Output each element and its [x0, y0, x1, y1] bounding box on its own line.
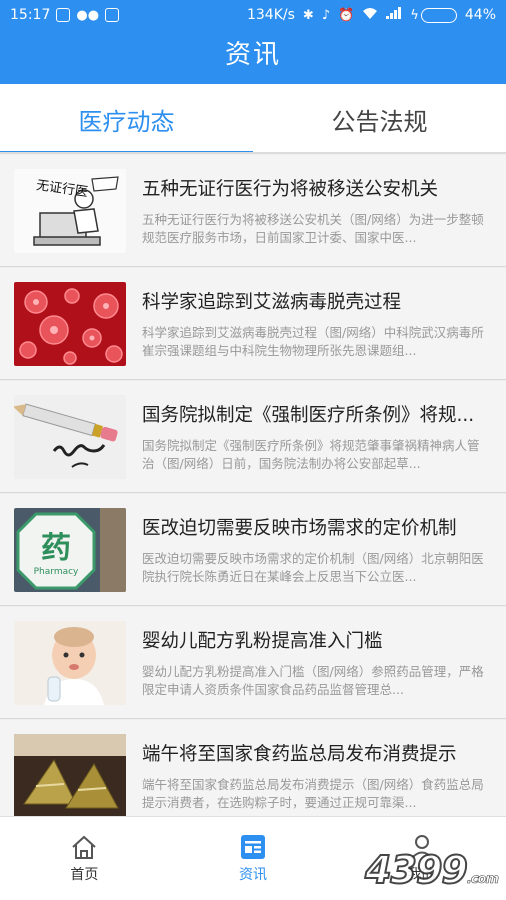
- nav-home[interactable]: 首页: [0, 817, 169, 900]
- wifi-icon: [362, 7, 378, 24]
- category-tabs: 医疗动态 公告法规: [0, 84, 506, 154]
- news-item[interactable]: 端午将至国家食药监总局发布消费提示 端午将至国家食药监总局发布消费提示（图/网络…: [0, 720, 506, 816]
- news-title: 婴幼儿配方乳粉提高准入门槛: [142, 630, 383, 652]
- nav-label: 资讯: [239, 866, 267, 883]
- news-item[interactable]: 无证行医 五种无证行医行为将被移送公安机关 五种无证行医行为将被移送公安机关（图…: [0, 155, 506, 267]
- news-thumbnail-pharmacy: 药 Pharmacy: [14, 507, 126, 592]
- status-bar: 15:17 ●● 134K/s ✱ ♪ ⏰ ϟ 44%: [0, 0, 506, 30]
- bell-icon: ♪: [321, 7, 331, 23]
- news-title: 国务院拟制定《强制医疗所条例》将规...: [142, 404, 475, 426]
- news-title: 五种无证行医行为将被移送公安机关: [142, 178, 439, 200]
- news-summary: 医改迫切需要反映市场需求的定价机制（图/网络）北京朝阳医院执行院长陈勇近日在某峰…: [142, 550, 484, 584]
- news-thumbnail-zongzi: [14, 733, 126, 816]
- alarm-icon: ⏰: [338, 7, 355, 23]
- network-speed: 134K/s: [246, 7, 295, 23]
- thumbnail-caption: Pharmacy: [34, 567, 79, 577]
- news-title: 端午将至国家食药监总局发布消费提示: [142, 743, 457, 765]
- app-header: 15:17 ●● 134K/s ✱ ♪ ⏰ ϟ 44% 资讯: [0, 0, 506, 84]
- tab-announcements[interactable]: 公告法规: [253, 84, 506, 154]
- status-time: 15:17: [10, 7, 51, 23]
- news-summary: 科学家追踪到艾滋病毒脱壳过程（图/网络）中科院武汉病毒所崔宗强课题组与中科院生物…: [142, 324, 484, 358]
- news-title: 医改迫切需要反映市场需求的定价机制: [142, 517, 457, 539]
- news-thumbnail-virus: [14, 281, 126, 366]
- news-item[interactable]: 国务院拟制定《强制医疗所条例》将规... 国务院拟制定《强制医疗所条例》将规范肇…: [0, 381, 506, 493]
- news-thumbnail-unlicensed-doctor: 无证行医: [14, 168, 126, 253]
- thumbnail-caption: 药: [41, 531, 71, 566]
- wechat-icon: ●●: [76, 7, 100, 23]
- news-summary: 端午将至国家食药监总局发布消费提示（图/网络）食药监总局提示消费者，在选购粽子时…: [142, 776, 484, 810]
- news-item[interactable]: 药 Pharmacy 医改迫切需要反映市场需求的定价机制 医改迫切需要反映市场需…: [0, 494, 506, 606]
- tab-medical-news[interactable]: 医疗动态: [0, 84, 253, 154]
- signal-icon: [386, 7, 402, 23]
- bluetooth-icon: ✱: [302, 7, 314, 23]
- news-thumbnail-baby: [14, 620, 126, 705]
- news-summary: 五种无证行医行为将被移送公安机关（图/网络）为进一步整顿规范医疗服务市场，日前国…: [142, 211, 484, 245]
- news-summary: 婴幼儿配方乳粉提高准入门槛（图/网络）参照药品管理，严格限定申请人资质条件国家食…: [142, 663, 484, 697]
- home-icon: [72, 835, 97, 859]
- news-summary: 国务院拟制定《强制医疗所条例》将规范肇事肇祸精神病人管治（图/网络）日前，国务院…: [142, 437, 480, 471]
- page-title: 资讯: [224, 40, 281, 70]
- nav-label: 首页: [70, 866, 99, 883]
- battery-icon: ϟ: [410, 7, 457, 23]
- news-item[interactable]: 科学家追踪到艾滋病毒脱壳过程 科学家追踪到艾滋病毒脱壳过程（图/网络）中科院武汉…: [0, 268, 506, 380]
- android-icon: [105, 8, 120, 22]
- news-item[interactable]: 婴幼儿配方乳粉提高准入门槛 婴幼儿配方乳粉提高准入门槛（图/网络）参照药品管理，…: [0, 607, 506, 719]
- notification-icon: [56, 8, 71, 22]
- battery-percent: 44%: [464, 7, 496, 23]
- nav-news[interactable]: 资讯: [169, 817, 338, 900]
- news-icon: [241, 834, 265, 859]
- site-watermark: 4399.com: [364, 847, 499, 893]
- news-list[interactable]: 无证行医 五种无证行医行为将被移送公安机关 五种无证行医行为将被移送公安机关（图…: [0, 154, 506, 816]
- news-thumbnail-pencil: [14, 394, 126, 479]
- news-title: 科学家追踪到艾滋病毒脱壳过程: [142, 291, 402, 313]
